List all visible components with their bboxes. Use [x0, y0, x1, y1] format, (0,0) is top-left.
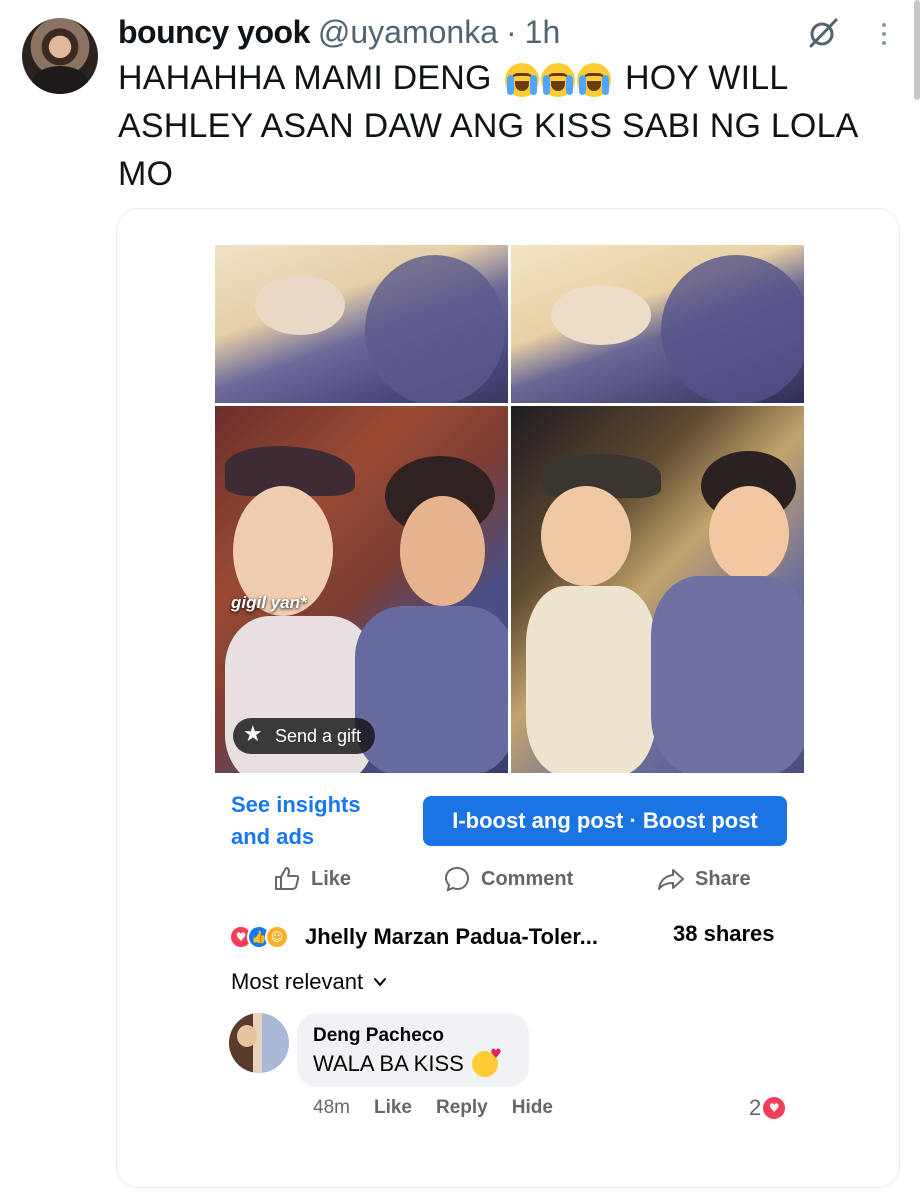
- photo-top-right: [511, 245, 804, 403]
- commenter-avatar[interactable]: [229, 1013, 289, 1073]
- crying-emoji-group: [505, 63, 612, 98]
- commenter-name[interactable]: Deng Pacheco: [313, 1025, 513, 1047]
- comment-like-link[interactable]: Like: [374, 1097, 412, 1119]
- like-button[interactable]: Like: [273, 859, 351, 899]
- share-label: Share: [695, 867, 751, 890]
- thumbs-up-icon: [275, 867, 300, 890]
- comment-text: WALA BA KISS: [313, 1047, 513, 1077]
- comment-bubble: Deng Pacheco WALA BA KISS: [297, 1013, 529, 1087]
- photo-bottom-right: [511, 406, 804, 773]
- separator-dot: ·: [505, 13, 517, 50]
- comment-sort-dropdown[interactable]: Most relevant: [231, 969, 387, 995]
- sort-label: Most relevant: [231, 969, 364, 994]
- scrollbar[interactable]: [914, 0, 920, 100]
- post-actions: Like Comment Share: [117, 859, 899, 899]
- comment-button[interactable]: Comment: [443, 859, 573, 899]
- comment-reply-link[interactable]: Reply: [436, 1097, 488, 1119]
- loudly-crying-face-icon: [505, 63, 540, 98]
- loudly-crying-face-icon: [577, 63, 612, 98]
- see-insights-link[interactable]: See insights and ads: [231, 789, 401, 853]
- comment-label: Comment: [481, 867, 574, 890]
- comment-time: 48m: [313, 1097, 350, 1118]
- more-options-icon[interactable]: [870, 18, 898, 50]
- reaction-icons: ♥ 👍 ☺: [229, 925, 289, 949]
- avatar[interactable]: [22, 18, 98, 94]
- send-gift-button[interactable]: Send a gift: [233, 718, 376, 754]
- gift-sparkle-icon: [243, 722, 265, 747]
- comment-reaction-number: 2: [749, 1095, 762, 1120]
- like-label: Like: [311, 867, 352, 890]
- photo-bottom-left: gigil yan* Send a gift: [215, 406, 508, 773]
- tweet-header: bouncy yook @uyamonka · 1h: [118, 12, 560, 52]
- tweet-text-part1: HAHAHHA MAMI DENG: [118, 59, 492, 97]
- photo-caption: gigil yan*: [231, 593, 307, 612]
- share-arrow-icon: [658, 869, 684, 890]
- comment-bubble-icon: [444, 866, 470, 892]
- comment-reaction-count[interactable]: 2 ♥: [749, 1095, 786, 1121]
- photo-collage[interactable]: gigil yan* Send a gift: [215, 245, 804, 773]
- shares-count[interactable]: 38 shares: [673, 921, 775, 947]
- photo-top-left: [215, 245, 508, 403]
- care-reaction-icon: ☺: [265, 925, 289, 949]
- send-gift-label: Send a gift: [275, 725, 362, 746]
- handle[interactable]: @uyamonka: [318, 14, 498, 51]
- grok-icon[interactable]: [806, 16, 840, 50]
- embedded-screenshot-card[interactable]: gigil yan* Send a gift See insights and …: [116, 208, 900, 1188]
- kissing-face-icon: [471, 1047, 502, 1077]
- tweet-text: HAHAHHA MAMI DENG HOY WILL ASHLEY ASAN D…: [118, 54, 898, 198]
- share-button[interactable]: Share: [657, 859, 751, 899]
- heart-reaction-icon: ♥: [763, 1097, 786, 1119]
- boost-post-button[interactable]: I-boost ang post · Boost post: [423, 796, 787, 846]
- loudly-crying-face-icon: [541, 63, 576, 98]
- timestamp[interactable]: 1h: [525, 14, 561, 51]
- display-name[interactable]: bouncy yook: [118, 14, 310, 51]
- comment-text-body: WALA BA KISS: [313, 1051, 464, 1076]
- reactor-names[interactable]: Jhelly Marzan Padua-Toler...: [305, 924, 598, 950]
- chevron-down-icon: [374, 978, 387, 987]
- comment-meta: 48m Like Reply Hide: [313, 1097, 553, 1119]
- comment-hide-link[interactable]: Hide: [512, 1097, 553, 1119]
